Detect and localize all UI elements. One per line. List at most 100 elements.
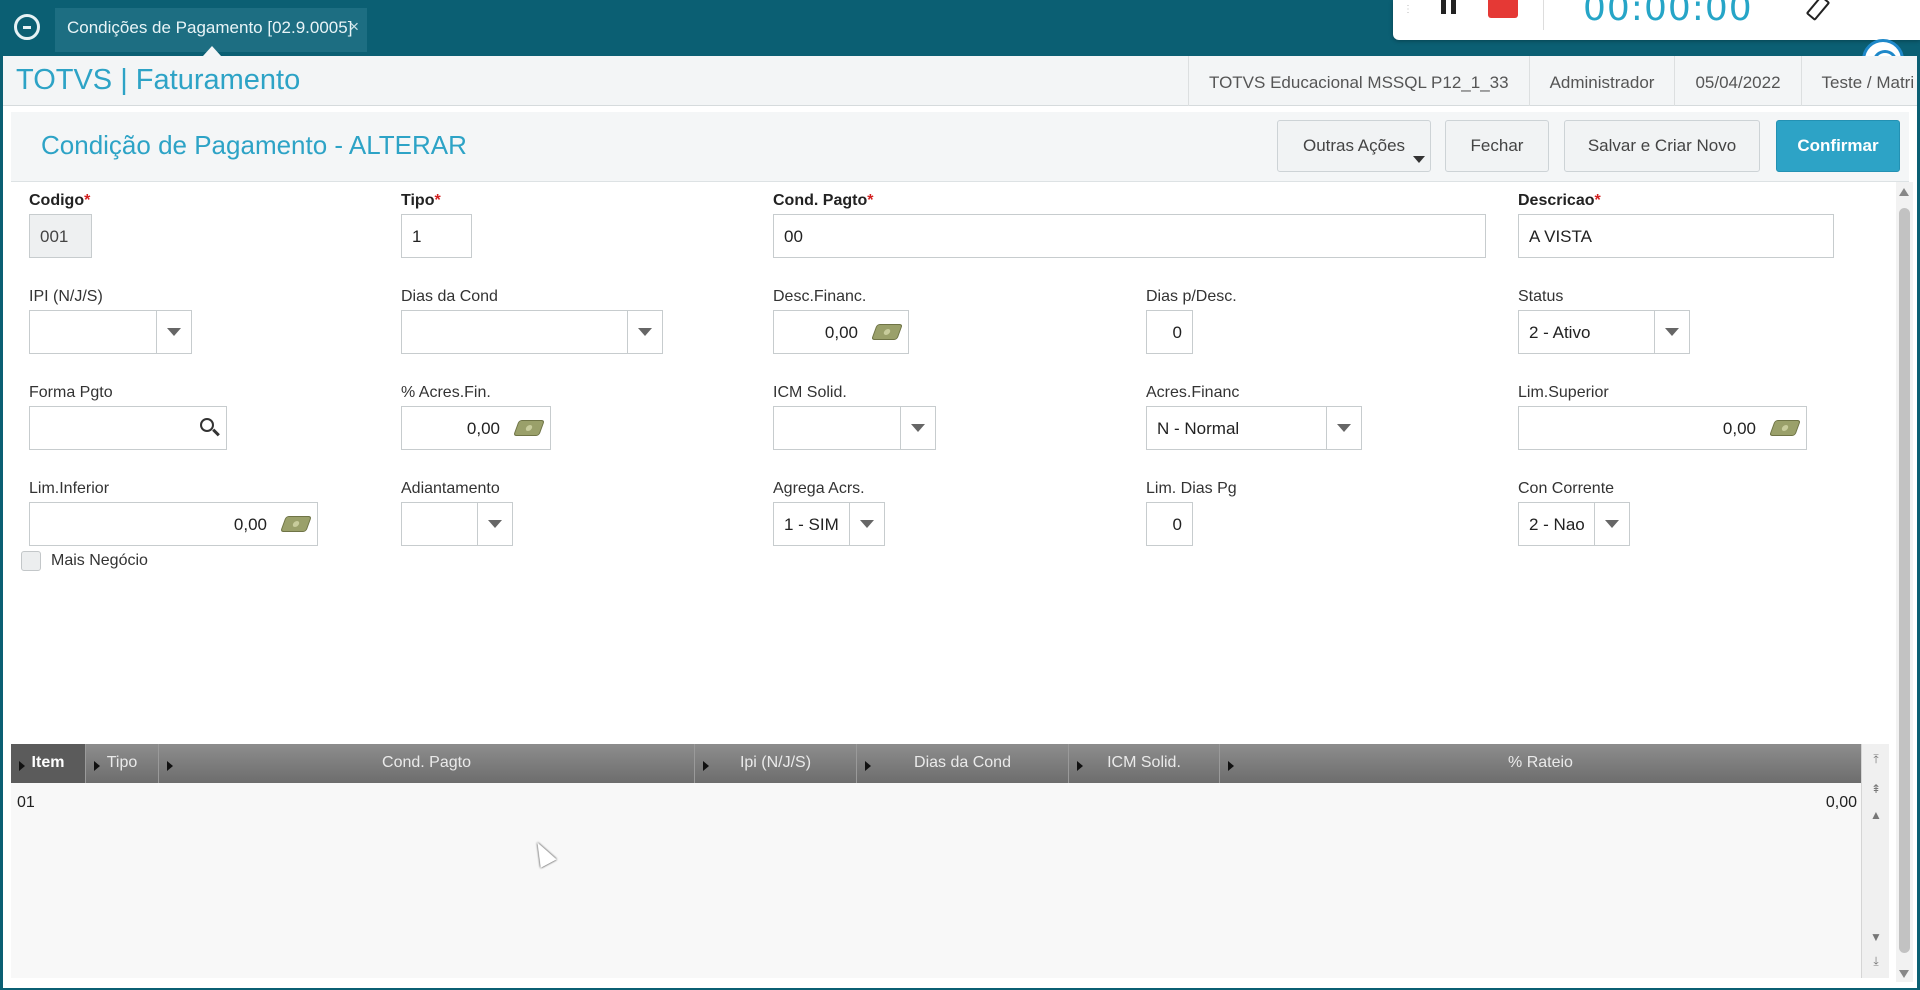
codigo-input[interactable]: 001: [29, 214, 92, 258]
divider: [900, 407, 901, 449]
dias-cond-field: Dias da Cond: [401, 288, 663, 354]
drag-handle-icon[interactable]: ⋮: [1403, 4, 1413, 15]
mais-negocio-label: Mais Negócio: [51, 552, 148, 569]
expand-arrow-icon: [865, 761, 871, 771]
salvar-criar-novo-button[interactable]: Salvar e Criar Novo: [1564, 120, 1760, 172]
scroll-down-icon[interactable]: ▼: [1867, 930, 1885, 948]
scroll-bottom-icon[interactable]: ⤓: [1867, 954, 1885, 972]
column-header-tipo[interactable]: Tipo: [86, 744, 159, 783]
icm-solid-field: ICM Solid.: [773, 384, 936, 450]
tipo-field: Tipo* 1: [401, 192, 472, 258]
adiantamento-label: Adiantamento: [401, 480, 500, 497]
outras-acoes-label: Outras Ações: [1302, 136, 1406, 155]
pen-icon[interactable]: [1806, 0, 1830, 20]
descricao-input[interactable]: A VISTA: [1518, 214, 1834, 258]
table-row[interactable]: 01 0,00: [11, 784, 1861, 818]
divider: [627, 311, 628, 353]
status-select[interactable]: 2 - Ativo: [1518, 310, 1690, 354]
date-label[interactable]: 05/04/2022: [1674, 56, 1800, 106]
chevron-down-icon[interactable]: [167, 328, 181, 336]
column-header-rateio[interactable]: % Rateio: [1220, 744, 1861, 783]
divider: [477, 503, 478, 545]
chevron-down-icon[interactable]: [638, 328, 652, 336]
scroll-up-icon[interactable]: ▲: [1867, 808, 1885, 826]
pause-icon[interactable]: [1441, 0, 1459, 14]
divider: [156, 311, 157, 353]
column-label: Item: [31, 754, 65, 771]
money-icon[interactable]: [1769, 420, 1801, 436]
lim-inferior-input[interactable]: 0,00: [29, 502, 318, 546]
money-icon[interactable]: [280, 516, 312, 532]
status-value: 2 - Ativo: [1529, 323, 1591, 342]
dias-desc-input[interactable]: 0: [1146, 310, 1193, 354]
grid-scrollbar[interactable]: ⤒ ⇞ ▲ ▼ ⤓: [1861, 744, 1889, 978]
chevron-down-icon[interactable]: [1665, 328, 1679, 336]
mais-negocio-checkbox[interactable]: [21, 551, 41, 571]
agrega-acrs-field: Agrega Acrs. 1 - SIM: [773, 480, 885, 546]
scroll-page-up-icon[interactable]: ⇞: [1867, 782, 1885, 800]
tipo-input[interactable]: 1: [401, 214, 472, 258]
chevron-down-icon[interactable]: [1605, 520, 1619, 528]
column-header-item[interactable]: Item: [11, 744, 86, 783]
cell-item: 01: [17, 794, 35, 811]
chevron-down-icon[interactable]: [911, 424, 925, 432]
lim-superior-input[interactable]: 0,00: [1518, 406, 1807, 450]
acres-fin-input[interactable]: 0,00: [401, 406, 551, 450]
chevron-down-icon[interactable]: [488, 520, 502, 528]
app-menu-icon[interactable]: [14, 14, 40, 40]
desc-financ-value: 0,00: [824, 323, 858, 342]
stop-icon[interactable]: [1488, 0, 1518, 18]
brand-title: TOTVS | Faturamento: [16, 64, 301, 96]
acres-fin-field: % Acres.Fin. 0,00: [401, 384, 551, 450]
adiantamento-select[interactable]: [401, 502, 513, 546]
icm-solid-select[interactable]: [773, 406, 936, 450]
environment-label[interactable]: TOTVS Educacional MSSQL P12_1_33: [1188, 56, 1529, 106]
chevron-down-icon[interactable]: [860, 520, 874, 528]
con-corrente-value: 2 - Nao: [1529, 515, 1585, 534]
app-header: TOTVS | Faturamento TOTVS Educacional MS…: [3, 56, 1917, 106]
cond-pagto-input[interactable]: 00: [773, 214, 1486, 258]
mais-negocio-row: Mais Negócio: [21, 551, 148, 571]
agrega-acrs-value: 1 - SIM: [784, 515, 839, 534]
branch-label[interactable]: Teste / Matri: [1800, 56, 1920, 106]
expand-arrow-icon: [94, 761, 100, 771]
column-header-cond-pagto[interactable]: Cond. Pagto: [159, 744, 695, 783]
column-label: Tipo: [106, 754, 138, 771]
search-icon[interactable]: [200, 418, 214, 432]
con-corrente-field: Con Corrente 2 - Nao: [1518, 480, 1630, 546]
column-label: Dias da Cond: [914, 754, 1011, 771]
scroll-up-icon[interactable]: [1899, 188, 1909, 196]
dias-cond-select[interactable]: [401, 310, 663, 354]
expand-arrow-icon: [167, 761, 173, 771]
lim-dias-pg-input[interactable]: 0: [1146, 502, 1193, 546]
cond-pagto-field: Cond. Pagto* 00: [773, 192, 1486, 258]
user-label[interactable]: Administrador: [1528, 56, 1675, 106]
expand-arrow-icon: [1228, 761, 1234, 771]
chevron-down-icon[interactable]: [1337, 424, 1351, 432]
ipi-select[interactable]: [29, 310, 192, 354]
desc-financ-input[interactable]: 0,00: [773, 310, 909, 354]
column-header-icm-solid[interactable]: ICM Solid.: [1069, 744, 1220, 783]
scrollbar-thumb[interactable]: [1899, 208, 1910, 953]
acres-financ-value: N - Normal: [1157, 419, 1240, 438]
acres-financ-select[interactable]: N - Normal: [1146, 406, 1362, 450]
scroll-down-icon[interactable]: [1899, 970, 1909, 978]
column-header-dias-cond[interactable]: Dias da Cond: [857, 744, 1069, 783]
outras-acoes-button[interactable]: Outras Ações: [1277, 120, 1431, 172]
con-corrente-select[interactable]: 2 - Nao: [1518, 502, 1630, 546]
confirmar-button[interactable]: Confirmar: [1776, 120, 1900, 172]
tipo-label: Tipo*: [401, 192, 441, 209]
scroll-top-icon[interactable]: ⤒: [1867, 752, 1885, 770]
agrega-acrs-select[interactable]: 1 - SIM: [773, 502, 885, 546]
divider: [1594, 503, 1595, 545]
money-icon[interactable]: [513, 420, 545, 436]
descricao-label: Descricao*: [1518, 192, 1601, 209]
fechar-button[interactable]: Fechar: [1445, 120, 1549, 172]
forma-pgto-input[interactable]: [29, 406, 227, 450]
tab-close-icon[interactable]: ×: [349, 17, 359, 37]
money-icon[interactable]: [871, 324, 903, 340]
page-scrollbar[interactable]: [1896, 182, 1913, 982]
ipi-field: IPI (N/J/S): [29, 288, 192, 354]
column-header-ipi[interactable]: Ipi (N/J/S): [695, 744, 857, 783]
acres-financ-label: Acres.Financ: [1146, 384, 1240, 401]
